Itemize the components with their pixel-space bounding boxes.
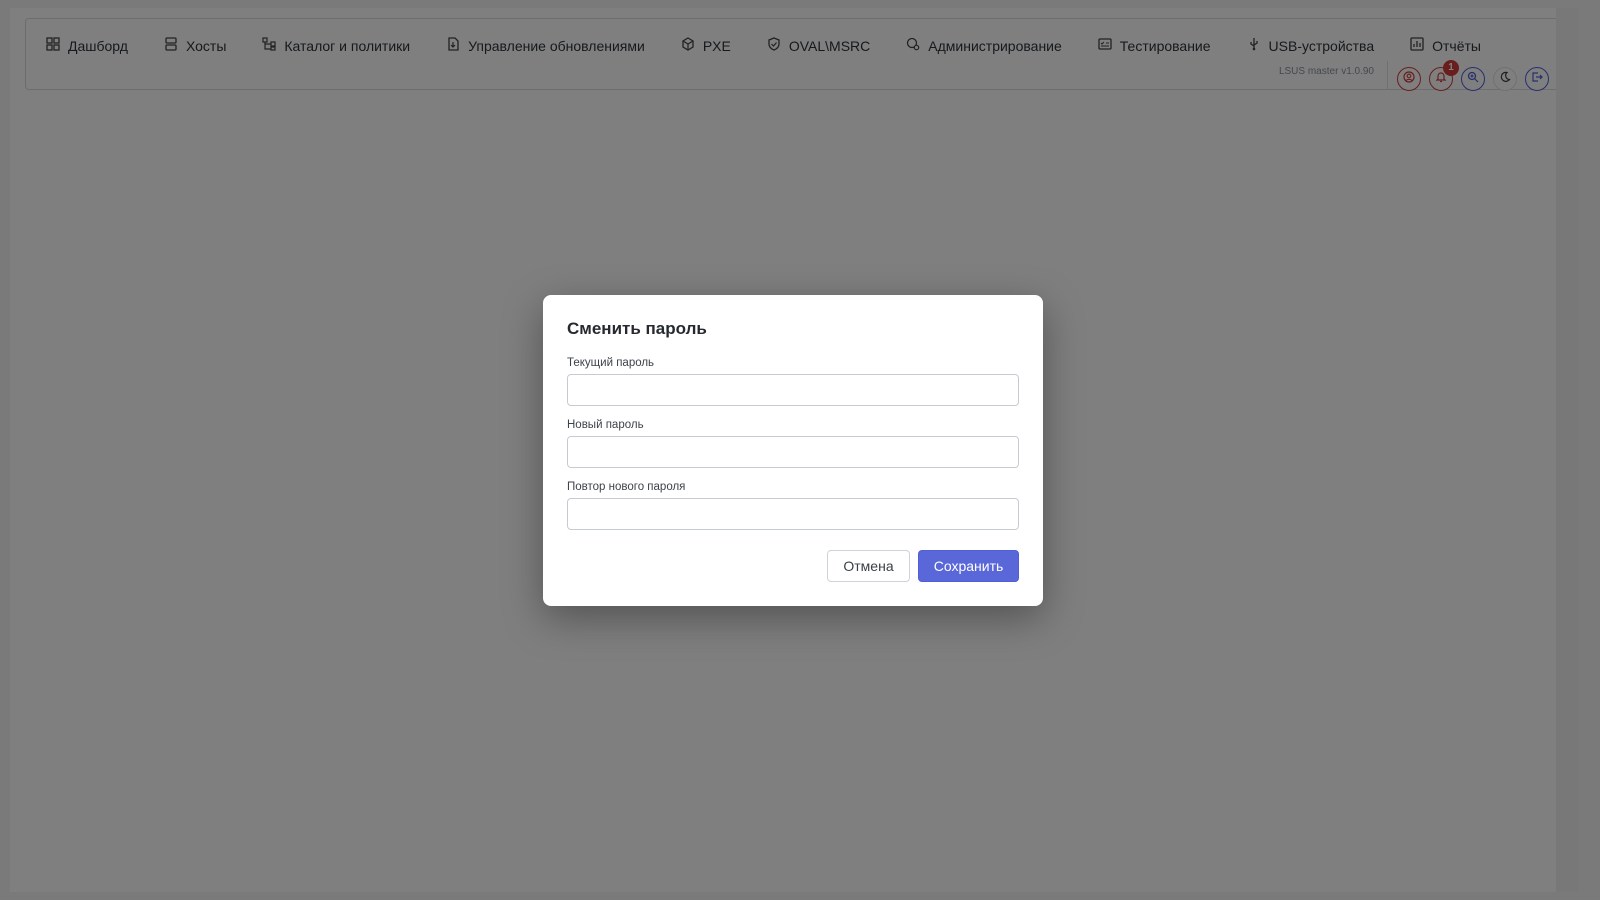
save-button[interactable]: Сохранить [918, 550, 1019, 582]
current-password-input[interactable] [567, 374, 1019, 406]
change-password-dialog: Сменить пароль Текущий пароль Новый паро… [543, 295, 1043, 606]
dialog-actions: Отмена Сохранить [827, 550, 1019, 582]
current-password-label: Текущий пароль [567, 357, 655, 369]
new-password-label: Новый пароль [567, 419, 644, 431]
cancel-button[interactable]: Отмена [827, 550, 910, 582]
new-password-input[interactable] [567, 436, 1019, 468]
repeat-password-input[interactable] [567, 498, 1019, 530]
repeat-password-label: Повтор нового пароля [567, 481, 686, 493]
dialog-title: Сменить пароль [567, 319, 707, 338]
